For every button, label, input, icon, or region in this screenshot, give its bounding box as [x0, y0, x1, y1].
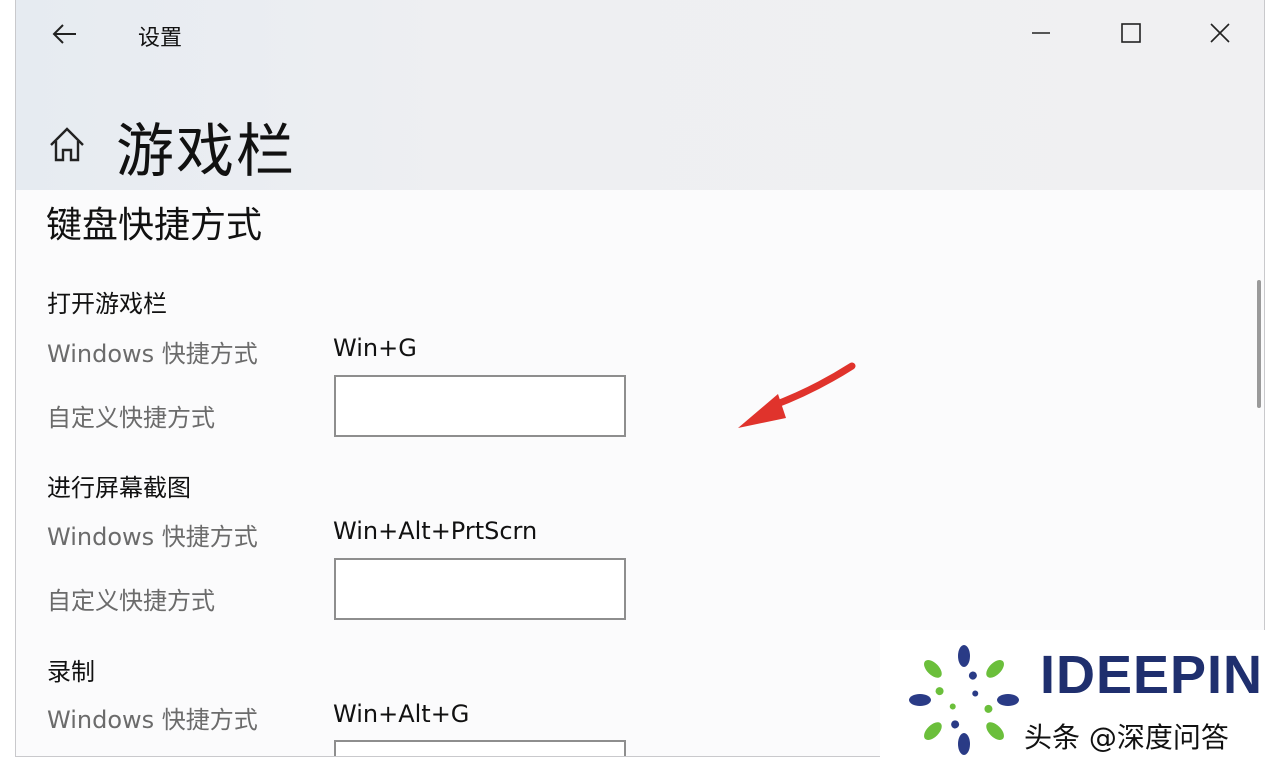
custom-shortcut-label: 自定义快捷方式 [47, 404, 215, 432]
red-arrow-icon [738, 362, 856, 428]
scrollbar-thumb[interactable] [1257, 280, 1261, 408]
windows-shortcut-value: Win+Alt+PrtScrn [333, 517, 538, 545]
desktop: 设置 游戏栏 键盘快捷方式 打开游戏栏 Windows 快捷方式 Win+G 自… [0, 0, 1280, 770]
back-button[interactable] [44, 14, 84, 54]
window-title: 设置 [138, 26, 183, 51]
page-title: 游戏栏 [116, 117, 297, 185]
back-arrow-icon [52, 24, 76, 44]
windows-shortcut-value: Win+G [333, 334, 417, 362]
watermark-brand: IDEEPIN [1040, 645, 1264, 705]
close-icon [1210, 23, 1230, 43]
group-title-screenshot: 进行屏幕截图 [47, 474, 191, 502]
watermark: IDEEPIN 头条 @深度问答 [880, 630, 1280, 770]
group-title-record: 录制 [47, 658, 95, 686]
maximize-icon [1121, 23, 1141, 43]
minimize-icon [1032, 32, 1050, 34]
pinwheel-logo-icon [909, 645, 1019, 755]
windows-shortcut-label: Windows 快捷方式 [47, 706, 258, 734]
custom-shortcut-input-open-game-bar[interactable] [334, 375, 626, 437]
title-bar: 设置 游戏栏 [16, 0, 1264, 190]
group-title-open-game-bar: 打开游戏栏 [47, 290, 167, 318]
windows-shortcut-label: Windows 快捷方式 [47, 340, 258, 368]
home-icon[interactable] [46, 124, 88, 166]
section-title: 键盘快捷方式 [46, 205, 263, 246]
custom-shortcut-input-screenshot[interactable] [334, 558, 626, 620]
watermark-text: 头条 @深度问答 [1024, 721, 1229, 754]
custom-shortcut-input-record[interactable] [334, 740, 626, 756]
minimize-button[interactable] [1017, 10, 1065, 56]
close-button[interactable] [1196, 10, 1244, 56]
maximize-button[interactable] [1107, 10, 1155, 56]
windows-shortcut-value: Win+Alt+G [333, 700, 470, 728]
windows-shortcut-label: Windows 快捷方式 [47, 523, 258, 551]
custom-shortcut-label: 自定义快捷方式 [47, 587, 215, 615]
